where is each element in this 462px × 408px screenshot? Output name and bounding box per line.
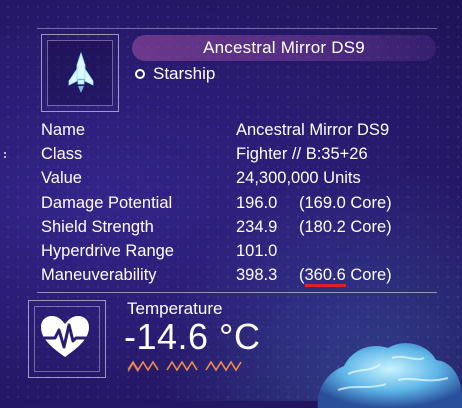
bullet-icon xyxy=(135,69,145,79)
stat-label: Value xyxy=(41,169,82,188)
stat-core-value: (180.2 Core) xyxy=(299,217,392,236)
environment-value: -14.6 °C xyxy=(124,316,261,357)
item-title: Ancestral Mirror DS9 xyxy=(203,38,365,57)
stat-value: Fighter // B:35+26 xyxy=(236,145,368,164)
stat-value: Ancestral Mirror DS9 xyxy=(236,121,390,139)
item-icon-frame[interactable] xyxy=(41,34,119,112)
section-divider xyxy=(37,292,437,293)
item-type-label: Starship xyxy=(153,64,216,83)
core-suffix: Core) xyxy=(345,266,392,285)
stat-row-maneuverability: Maneuverability 398.3 (360.6 Core) xyxy=(41,263,441,287)
stat-core-value: (360.6 Core) xyxy=(299,263,392,287)
stat-value: 24,300,000 Units xyxy=(236,169,361,188)
stat-label: Name xyxy=(41,121,86,139)
stat-row-class: Class Fighter // B:35+26 xyxy=(41,142,441,166)
stat-row-shield: Shield Strength 234.9 (180.2 Core) xyxy=(41,215,441,239)
stat-row-damage: Damage Potential 196.0 (169.0 Core) xyxy=(41,191,441,215)
side-indicator xyxy=(4,150,8,160)
stat-row-value: Value 24,300,000 Units xyxy=(41,166,441,190)
highlighted-core-value: 360.6 xyxy=(304,266,346,285)
stat-value: 234.9 xyxy=(236,217,278,236)
stat-label: Class xyxy=(41,145,83,164)
stat-value: 398.3 xyxy=(236,266,278,285)
stat-value: 101.0 xyxy=(236,241,278,260)
stats-table: Name Ancestral Mirror DS9 Class Fighter … xyxy=(41,118,441,287)
stat-label: Damage Potential xyxy=(41,193,173,212)
stat-row-name: Name Ancestral Mirror DS9 xyxy=(41,118,441,142)
stat-value: 196.0 xyxy=(236,193,278,212)
stat-label: Hyperdrive Range xyxy=(41,241,174,260)
health-heart-icon xyxy=(41,316,89,357)
item-type: Starship xyxy=(135,63,215,85)
starship-icon xyxy=(68,51,94,93)
core-prefix: ( xyxy=(299,266,305,285)
environment-icon-frame xyxy=(28,300,106,378)
stat-label: Maneuverability xyxy=(41,266,157,285)
planet-model-decoration xyxy=(317,343,462,408)
stat-core-value: (169.0 Core) xyxy=(299,193,392,212)
stat-label: Shield Strength xyxy=(41,217,154,236)
top-divider xyxy=(37,28,437,29)
stat-row-hyperdrive: Hyperdrive Range 101.0 xyxy=(41,239,441,263)
hazard-pattern-icon xyxy=(127,360,242,373)
